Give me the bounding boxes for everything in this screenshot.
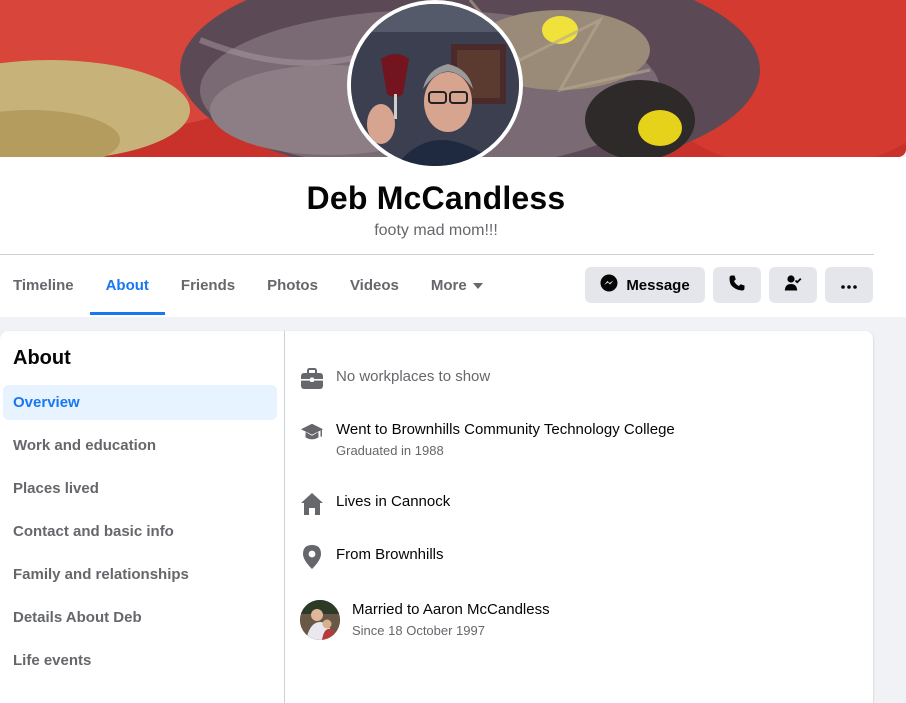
overview-lives-row: Lives in Cannock bbox=[300, 492, 450, 516]
profile-actions: Message bbox=[585, 267, 873, 303]
about-sidebar: About Overview Work and education Places… bbox=[0, 331, 285, 703]
tab-about[interactable]: About bbox=[89, 256, 166, 315]
tab-videos[interactable]: Videos bbox=[334, 256, 415, 315]
friends-button[interactable] bbox=[769, 267, 817, 303]
about-nav-family-relationships[interactable]: Family and relationships bbox=[3, 557, 277, 592]
about-nav-life-events[interactable]: Life events bbox=[3, 643, 277, 678]
tab-photos[interactable]: Photos bbox=[251, 256, 334, 315]
about-nav-details[interactable]: Details About Deb bbox=[3, 600, 277, 635]
about-overview: No workplaces to show Went to Brownhills… bbox=[286, 331, 873, 703]
phone-icon bbox=[728, 274, 746, 296]
friend-check-icon bbox=[784, 274, 802, 296]
tab-more[interactable]: More bbox=[415, 256, 499, 315]
call-button[interactable] bbox=[713, 267, 761, 303]
overview-relationship-text[interactable]: Married to Aaron McCandless bbox=[352, 600, 550, 620]
overview-relationship-row: Married to Aaron McCandless Since 18 Oct… bbox=[300, 600, 550, 640]
tab-more-label: More bbox=[430, 277, 467, 294]
tab-friends[interactable]: Friends bbox=[165, 256, 251, 315]
about-nav-work-education[interactable]: Work and education bbox=[3, 428, 277, 463]
message-button[interactable]: Message bbox=[585, 267, 705, 303]
profile-picture[interactable] bbox=[347, 0, 523, 170]
about-nav-places-lived[interactable]: Places lived bbox=[3, 471, 277, 506]
graduation-cap-icon bbox=[300, 420, 324, 444]
overview-education-text[interactable]: Went to Brownhills Community Technology … bbox=[336, 420, 675, 440]
profile-bio: footy mad mom!!! bbox=[374, 222, 498, 239]
about-card: About Overview Work and education Places… bbox=[0, 331, 873, 703]
message-label: Message bbox=[626, 276, 690, 294]
home-icon bbox=[300, 492, 324, 516]
overview-from-text[interactable]: From Brownhills bbox=[336, 545, 444, 565]
about-nav-contact-info[interactable]: Contact and basic info bbox=[3, 514, 277, 549]
overview-education-row: Went to Brownhills Community Technology … bbox=[300, 420, 675, 458]
spouse-avatar[interactable] bbox=[300, 600, 340, 640]
overview-lives-text[interactable]: Lives in Cannock bbox=[336, 492, 450, 512]
location-pin-icon bbox=[300, 545, 324, 569]
header-divider bbox=[0, 254, 874, 255]
about-title: About bbox=[13, 347, 71, 369]
profile-name: Deb McCandless bbox=[306, 180, 566, 216]
overview-from-row: From Brownhills bbox=[300, 545, 444, 569]
overview-work-row: No workplaces to show bbox=[300, 367, 490, 391]
ellipsis-icon bbox=[840, 277, 858, 294]
about-nav-overview[interactable]: Overview bbox=[3, 385, 277, 420]
overview-relationship-sub: Since 18 October 1997 bbox=[352, 623, 485, 638]
caret-down-icon bbox=[472, 282, 483, 289]
profile-tabs: Timeline About Friends Photos Videos Mor… bbox=[0, 256, 499, 315]
tab-timeline[interactable]: Timeline bbox=[0, 256, 90, 315]
overview-work-text: No workplaces to show bbox=[336, 368, 491, 385]
overview-education-sub: Graduated in 1988 bbox=[336, 443, 444, 458]
briefcase-icon bbox=[300, 367, 324, 391]
messenger-icon bbox=[600, 274, 618, 296]
more-options-button[interactable] bbox=[825, 267, 873, 303]
